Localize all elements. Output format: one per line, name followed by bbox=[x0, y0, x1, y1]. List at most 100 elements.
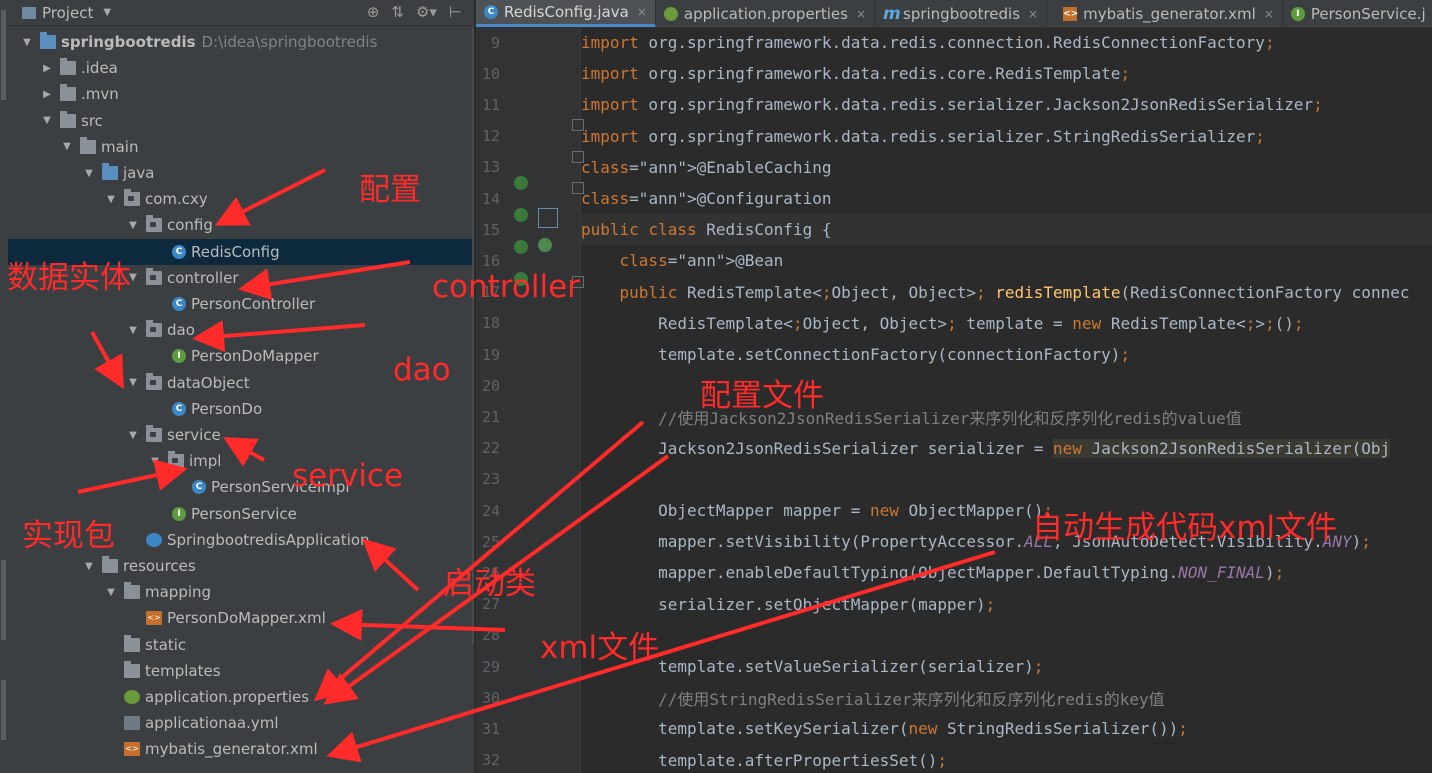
code-line[interactable]: 32 template.afterPropertiesSet(); bbox=[482, 745, 1432, 773]
chevron-down-icon[interactable]: ▼ bbox=[103, 7, 111, 18]
collapse-all-icon[interactable]: ⇅ bbox=[391, 3, 404, 21]
code-line[interactable]: 29 template.setValueSerializer(serialize… bbox=[482, 651, 1432, 682]
code-line[interactable]: 26 mapper.enableDefaultTyping(ObjectMapp… bbox=[482, 557, 1432, 588]
tab-application-properties[interactable]: application.properties × bbox=[656, 0, 875, 27]
tree-item-impl[interactable]: ▼ impl bbox=[8, 448, 474, 474]
code-line[interactable]: 23 bbox=[482, 464, 1432, 495]
tree-item-persondo[interactable]: C PersonDo bbox=[8, 396, 474, 422]
code-line[interactable]: 31 template.setKeySerializer(new StringR… bbox=[482, 713, 1432, 744]
tree-item-label: applicationaa.yml bbox=[145, 714, 279, 733]
tree-item-springbootredisapplication[interactable]: SpringbootredisApplication bbox=[8, 527, 474, 553]
chevron-right-icon[interactable]: ▶ bbox=[40, 89, 54, 100]
close-icon[interactable]: × bbox=[1264, 7, 1274, 21]
tree-item-dataobject[interactable]: ▼ dataObject bbox=[8, 370, 474, 396]
tree-item-resources[interactable]: ▼ resources bbox=[8, 553, 474, 579]
tree-item-mapping[interactable]: ▼ mapping bbox=[8, 579, 474, 605]
code-line[interactable]: 12 import org.springframework.data.redis.… bbox=[482, 121, 1432, 152]
hide-panel-icon[interactable]: ⊢ bbox=[449, 3, 462, 21]
tree-item-templates[interactable]: templates bbox=[8, 658, 474, 684]
tab-redisconfig-java[interactable]: C RedisConfig.java × bbox=[476, 0, 656, 27]
tree-item-personcontroller[interactable]: C PersonController bbox=[8, 291, 474, 317]
close-icon[interactable]: × bbox=[1028, 7, 1038, 21]
source-folder-icon bbox=[102, 163, 118, 180]
code-line[interactable]: 21 //使用Jackson2JsonRedisSerializer来序列化和反… bbox=[482, 401, 1432, 432]
tree-item-label: PersonController bbox=[191, 295, 316, 313]
bean-gutter-icon[interactable] bbox=[514, 176, 528, 190]
code-text: class="ann">@Configuration bbox=[581, 189, 832, 208]
chevron-down-icon[interactable]: ▼ bbox=[104, 194, 118, 205]
tree-item-java[interactable]: ▼ java bbox=[8, 160, 474, 186]
code-line[interactable]: 18 RedisTemplate<;Object, Object>; templ… bbox=[482, 308, 1432, 339]
tree-item-personserviceimpl[interactable]: C PersonServiceImpl bbox=[8, 474, 474, 500]
chevron-down-icon[interactable]: ▼ bbox=[126, 325, 140, 336]
code-line[interactable]: 28 bbox=[482, 620, 1432, 651]
tree-item-service[interactable]: ▼ service bbox=[8, 422, 474, 448]
close-icon[interactable]: × bbox=[637, 5, 647, 19]
code-line[interactable]: 17 public RedisTemplate<;Object, Object>… bbox=[482, 277, 1432, 308]
editor-tabs: C RedisConfig.java × application.properties… bbox=[476, 0, 1432, 28]
chevron-down-icon[interactable]: ▼ bbox=[126, 430, 140, 441]
tree-item-springbootredis[interactable]: ▼ springbootredis D:\idea\springbootredis bbox=[8, 29, 474, 55]
code-line[interactable]: 25 mapper.setVisibility(PropertyAccessor… bbox=[482, 526, 1432, 557]
bean-gutter-icon[interactable] bbox=[514, 272, 528, 286]
chevron-down-icon[interactable]: ▼ bbox=[126, 272, 140, 283]
code-line[interactable]: 24 ObjectMapper mapper = new ObjectMappe… bbox=[482, 495, 1432, 526]
tree-item--idea[interactable]: ▶ .idea bbox=[8, 55, 474, 81]
tree-item-controller[interactable]: ▼ controller bbox=[8, 265, 474, 291]
code-line[interactable]: 9 import org.springframework.data.redis.c… bbox=[491, 27, 1432, 58]
close-icon[interactable]: × bbox=[856, 7, 866, 21]
chevron-down-icon[interactable]: ▼ bbox=[82, 168, 96, 179]
tab-mybatis-generator-xml[interactable]: <> mybatis_generator.xml × bbox=[1047, 0, 1283, 27]
code-line[interactable]: 15 public class RedisConfig { bbox=[482, 214, 1432, 246]
tab-personservice-j[interactable]: I PersonService.j bbox=[1283, 0, 1432, 27]
code-line[interactable]: 14 class="ann">@Configuration bbox=[482, 183, 1432, 214]
code-line[interactable]: 19 template.setConnectionFactory(connect… bbox=[482, 339, 1432, 370]
code-line[interactable]: 22 Jackson2JsonRedisSerializer serialize… bbox=[482, 433, 1432, 464]
bean-gutter-icon[interactable] bbox=[514, 208, 528, 222]
tree-item-com-cxy[interactable]: ▼ com.cxy bbox=[8, 186, 474, 212]
code-line[interactable]: 10 import org.springframework.data.redis.… bbox=[482, 58, 1432, 89]
package-icon bbox=[124, 189, 140, 207]
chevron-down-icon[interactable]: ▼ bbox=[40, 115, 54, 126]
chevron-down-icon[interactable]: ▼ bbox=[20, 37, 34, 48]
tree-item-dao[interactable]: ▼ dao bbox=[8, 317, 474, 343]
code-line[interactable]: 30 //使用StringRedisSerializer来序列化和反序列化red… bbox=[482, 682, 1432, 713]
structure-gutter-icon[interactable] bbox=[538, 208, 558, 228]
class-icon: C bbox=[172, 401, 186, 416]
chevron-down-icon[interactable]: ▼ bbox=[126, 220, 140, 231]
tree-item-src[interactable]: ▼ src bbox=[8, 108, 474, 134]
tree-item-personservice[interactable]: I PersonService bbox=[8, 501, 474, 527]
tree-item-main[interactable]: ▼ main bbox=[8, 134, 474, 160]
tree-item-persondomapper[interactable]: I PersonDoMapper bbox=[8, 343, 474, 369]
project-panel-header: Project ▼ ⊕ ⇅ ⚙▾ ⊢ bbox=[8, 0, 474, 26]
tree-item-mybatis-generator-xml[interactable]: <> mybatis_generator.xml bbox=[8, 736, 474, 762]
chevron-down-icon[interactable]: ▼ bbox=[104, 587, 118, 598]
tree-item-redisconfig[interactable]: C RedisConfig bbox=[8, 238, 474, 265]
code-line[interactable]: 11 import org.springframework.data.redis.… bbox=[482, 89, 1432, 120]
bean-gutter-icon[interactable] bbox=[514, 240, 528, 254]
tree-item-config[interactable]: ▼ config bbox=[8, 212, 474, 238]
tree-item-persondomapper-xml[interactable]: <> PersonDoMapper.xml bbox=[8, 605, 474, 631]
tree-item-applicationaa-yml[interactable]: applicationaa.yml bbox=[8, 710, 474, 736]
chevron-right-icon[interactable]: ▶ bbox=[40, 63, 54, 74]
tab-springbootredis[interactable]: m springbootredis × bbox=[875, 0, 1048, 27]
tree-item--mvn[interactable]: ▶ .mvn bbox=[8, 81, 474, 107]
bean-gutter-icon[interactable] bbox=[538, 238, 552, 252]
code-line[interactable]: 13 class="ann">@EnableCaching bbox=[482, 152, 1432, 183]
locate-icon[interactable]: ⊕ bbox=[367, 3, 380, 21]
chevron-down-icon[interactable]: ▼ bbox=[126, 377, 140, 388]
chevron-down-icon[interactable]: ▼ bbox=[60, 141, 74, 152]
code-line[interactable]: 20 bbox=[482, 370, 1432, 401]
code-editor[interactable]: 9 import org.springframework.data.redis.c… bbox=[482, 27, 1432, 773]
tree-item-static[interactable]: static bbox=[8, 632, 474, 658]
code-line[interactable]: 16 class="ann">@Bean bbox=[482, 245, 1432, 276]
tree-item-application-properties[interactable]: application.properties bbox=[8, 684, 474, 710]
tab-label: application.properties bbox=[683, 4, 848, 23]
chevron-down-icon[interactable]: ▼ bbox=[82, 561, 96, 572]
folder-icon bbox=[124, 660, 140, 678]
tree-item-label: com.cxy bbox=[145, 190, 208, 209]
project-view-selector[interactable]: Project ▼ bbox=[22, 4, 111, 22]
chevron-down-icon[interactable]: ▼ bbox=[148, 456, 162, 467]
gear-icon[interactable]: ⚙▾ bbox=[416, 3, 437, 21]
code-line[interactable]: 27 serializer.setObjectMapper(mapper); bbox=[482, 589, 1432, 620]
